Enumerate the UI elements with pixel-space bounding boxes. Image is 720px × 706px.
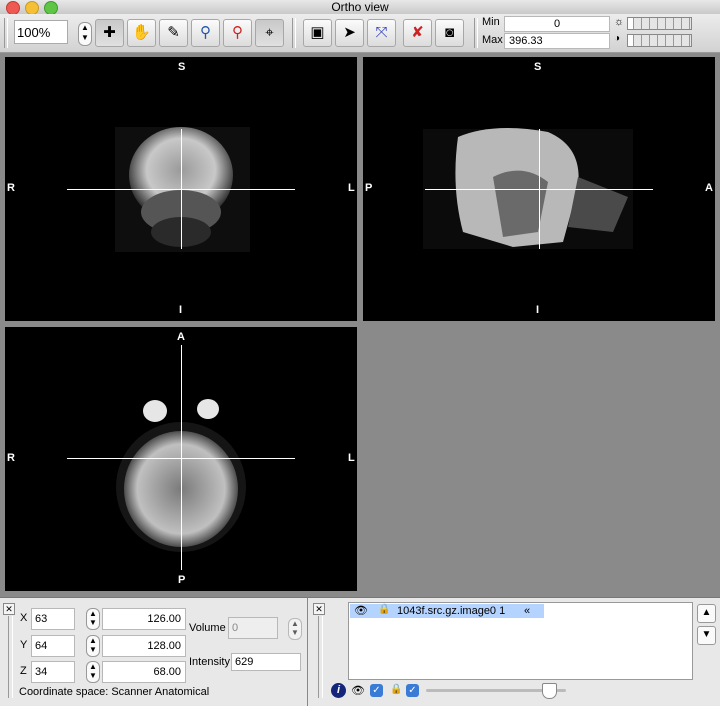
panel-divider bbox=[307, 598, 308, 706]
location-panel-grip[interactable] bbox=[8, 616, 13, 698]
zoom-out-button[interactable]: ⚲ bbox=[223, 19, 252, 47]
axial-view[interactable]: A P R L bbox=[5, 327, 357, 591]
no-pencil-button[interactable]: ✘ bbox=[403, 19, 432, 47]
x-label: X bbox=[20, 612, 28, 624]
toolbar-grip-3[interactable] bbox=[474, 18, 478, 48]
coronal-label-right: L bbox=[348, 182, 355, 194]
move-overlay-down-button[interactable]: ▼ bbox=[697, 626, 716, 645]
zoom-field[interactable]: 100% bbox=[14, 20, 68, 44]
binoculars-icon: ◙ bbox=[444, 24, 455, 41]
z-label: Z bbox=[20, 665, 27, 677]
z-stepper[interactable]: ▲ ▼ bbox=[86, 661, 100, 683]
coronal-label-bottom: I bbox=[179, 304, 183, 316]
coronal-crosshair-vertical bbox=[181, 129, 182, 249]
axial-crosshair-vertical bbox=[181, 345, 182, 570]
brightness-slider[interactable] bbox=[627, 17, 692, 30]
zoom-out-magnifier-icon: ⚲ bbox=[232, 24, 243, 41]
close-location-panel-button[interactable]: ✕ bbox=[3, 603, 15, 615]
opacity-slider[interactable] bbox=[426, 683, 566, 699]
volume-stepper[interactable]: ▲ ▼ bbox=[288, 618, 302, 640]
arrow-up-icon: ▲ bbox=[701, 607, 712, 618]
coronal-view[interactable]: S I R L bbox=[5, 57, 357, 321]
contrast-slider[interactable] bbox=[627, 34, 692, 47]
y-label: Y bbox=[20, 639, 28, 651]
visibility-eye-icon[interactable]: 👁 bbox=[354, 604, 368, 617]
crosshair-cursor-button[interactable]: ✚ bbox=[95, 19, 124, 47]
info-button[interactable]: i bbox=[331, 683, 346, 698]
lock-toggle-icon[interactable]: 🔒 bbox=[390, 684, 402, 695]
y-stepper[interactable]: ▲ ▼ bbox=[86, 635, 100, 657]
x-world-field[interactable]: 126.00 bbox=[102, 608, 186, 630]
hand-pan-icon: ✋ bbox=[132, 24, 151, 41]
contrast-icon: ◑ bbox=[614, 33, 621, 44]
zoom-magnifier-icon: ⚲ bbox=[200, 24, 211, 41]
sagittal-label-bottom: I bbox=[536, 304, 540, 316]
locate-button[interactable]: ⌖ bbox=[255, 19, 284, 47]
pan-button[interactable]: ✋ bbox=[127, 19, 156, 47]
volume-label: Volume bbox=[189, 622, 226, 634]
opacity-slider-thumb[interactable] bbox=[542, 683, 558, 699]
coronal-label-left: R bbox=[7, 182, 15, 194]
intensity-label: Intensity bbox=[189, 656, 230, 668]
title-bar: Ortho view bbox=[0, 0, 720, 15]
gesture-icon: ➤ bbox=[343, 24, 356, 41]
bottom-panels: ✕ X 63 ▲ ▼ 126.00 Y 64 ▲ ▼ 128.00 Z 34 ▲ ▼ … bbox=[0, 597, 720, 706]
axial-label-bottom: P bbox=[178, 574, 186, 586]
max-label: Max bbox=[482, 34, 503, 46]
binoculars-button[interactable]: ◙ bbox=[435, 19, 464, 47]
coordinate-space-label: Coordinate space: Scanner Anatomical bbox=[19, 686, 210, 698]
locate-target-icon: ⌖ bbox=[265, 24, 274, 41]
axes-icon: ⤧ bbox=[375, 24, 388, 41]
overlay-panel-grip[interactable] bbox=[318, 616, 323, 698]
chip-icon: ▣ bbox=[310, 24, 325, 41]
sagittal-label-right: A bbox=[705, 182, 713, 194]
y-world-field[interactable]: 128.00 bbox=[102, 635, 186, 657]
axial-label-right: L bbox=[348, 452, 355, 464]
chip-button[interactable]: ▣ bbox=[303, 19, 332, 47]
window-title: Ortho view bbox=[331, 0, 389, 14]
overlay-name: 1043f.src.gz.image0 1 bbox=[397, 605, 506, 617]
z-voxel-field[interactable]: 34 bbox=[31, 661, 75, 683]
info-icon: i bbox=[336, 684, 341, 696]
z-world-field[interactable]: 68.00 bbox=[102, 661, 186, 683]
toolbar-grip[interactable] bbox=[4, 18, 8, 48]
zoom-in-button[interactable]: ⚲ bbox=[191, 19, 220, 47]
coronal-label-top: S bbox=[178, 61, 186, 73]
zoom-stepper[interactable]: ▲ ▼ bbox=[78, 22, 92, 46]
visibility-checkbox[interactable]: ✓ bbox=[370, 684, 383, 697]
sagittal-label-left: P bbox=[365, 182, 373, 194]
min-label: Min bbox=[482, 16, 500, 28]
x-stepper[interactable]: ▲ ▼ bbox=[86, 608, 100, 630]
crosshair-cursor-icon: ✚ bbox=[103, 24, 116, 41]
axes-button[interactable]: ⤧ bbox=[367, 19, 396, 47]
toolbar-grip-2[interactable] bbox=[292, 18, 296, 48]
sagittal-view[interactable]: S I P A bbox=[363, 57, 715, 321]
visibility-toggle-eye-icon[interactable]: 👁 bbox=[351, 684, 365, 697]
lock-checkbox[interactable]: ✓ bbox=[406, 684, 419, 697]
pencil-button[interactable]: ✎ bbox=[159, 19, 188, 47]
intensity-field: 629 bbox=[231, 653, 301, 671]
y-voxel-field[interactable]: 64 bbox=[31, 635, 75, 657]
x-voxel-field[interactable]: 63 bbox=[31, 608, 75, 630]
brightness-icon: ☼ bbox=[614, 16, 625, 28]
pencil-icon: ✎ bbox=[167, 24, 180, 41]
sagittal-label-top: S bbox=[534, 61, 542, 73]
chevron-double-left-icon[interactable]: « bbox=[524, 604, 530, 618]
min-field[interactable]: 0 bbox=[504, 16, 610, 32]
overlay-list[interactable]: 👁 🔒 1043f.src.gz.image0 1 « bbox=[348, 602, 693, 680]
axial-label-left: R bbox=[7, 452, 15, 464]
gesture-button[interactable]: ➤ bbox=[335, 19, 364, 47]
lock-icon[interactable]: 🔒 bbox=[378, 604, 390, 615]
sagittal-crosshair-vertical bbox=[539, 129, 540, 249]
move-overlay-up-button[interactable]: ▲ bbox=[697, 604, 716, 623]
max-field[interactable]: 396.33 bbox=[504, 33, 610, 49]
volume-field[interactable]: 0 bbox=[228, 617, 278, 639]
arrow-down-icon: ▼ bbox=[701, 629, 712, 640]
axial-label-top: A bbox=[177, 331, 185, 343]
toolbar: 100% ▲ ▼ ✚ ✋ ✎ ⚲ ⚲ ⌖ ▣ ➤ ⤧ ✘ ◙ Min 0 Max … bbox=[0, 14, 720, 53]
close-overlay-panel-button[interactable]: ✕ bbox=[313, 603, 325, 615]
overlay-list-item[interactable]: 👁 🔒 1043f.src.gz.image0 1 « bbox=[350, 604, 544, 618]
no-pencil-icon: ✘ bbox=[411, 24, 424, 41]
